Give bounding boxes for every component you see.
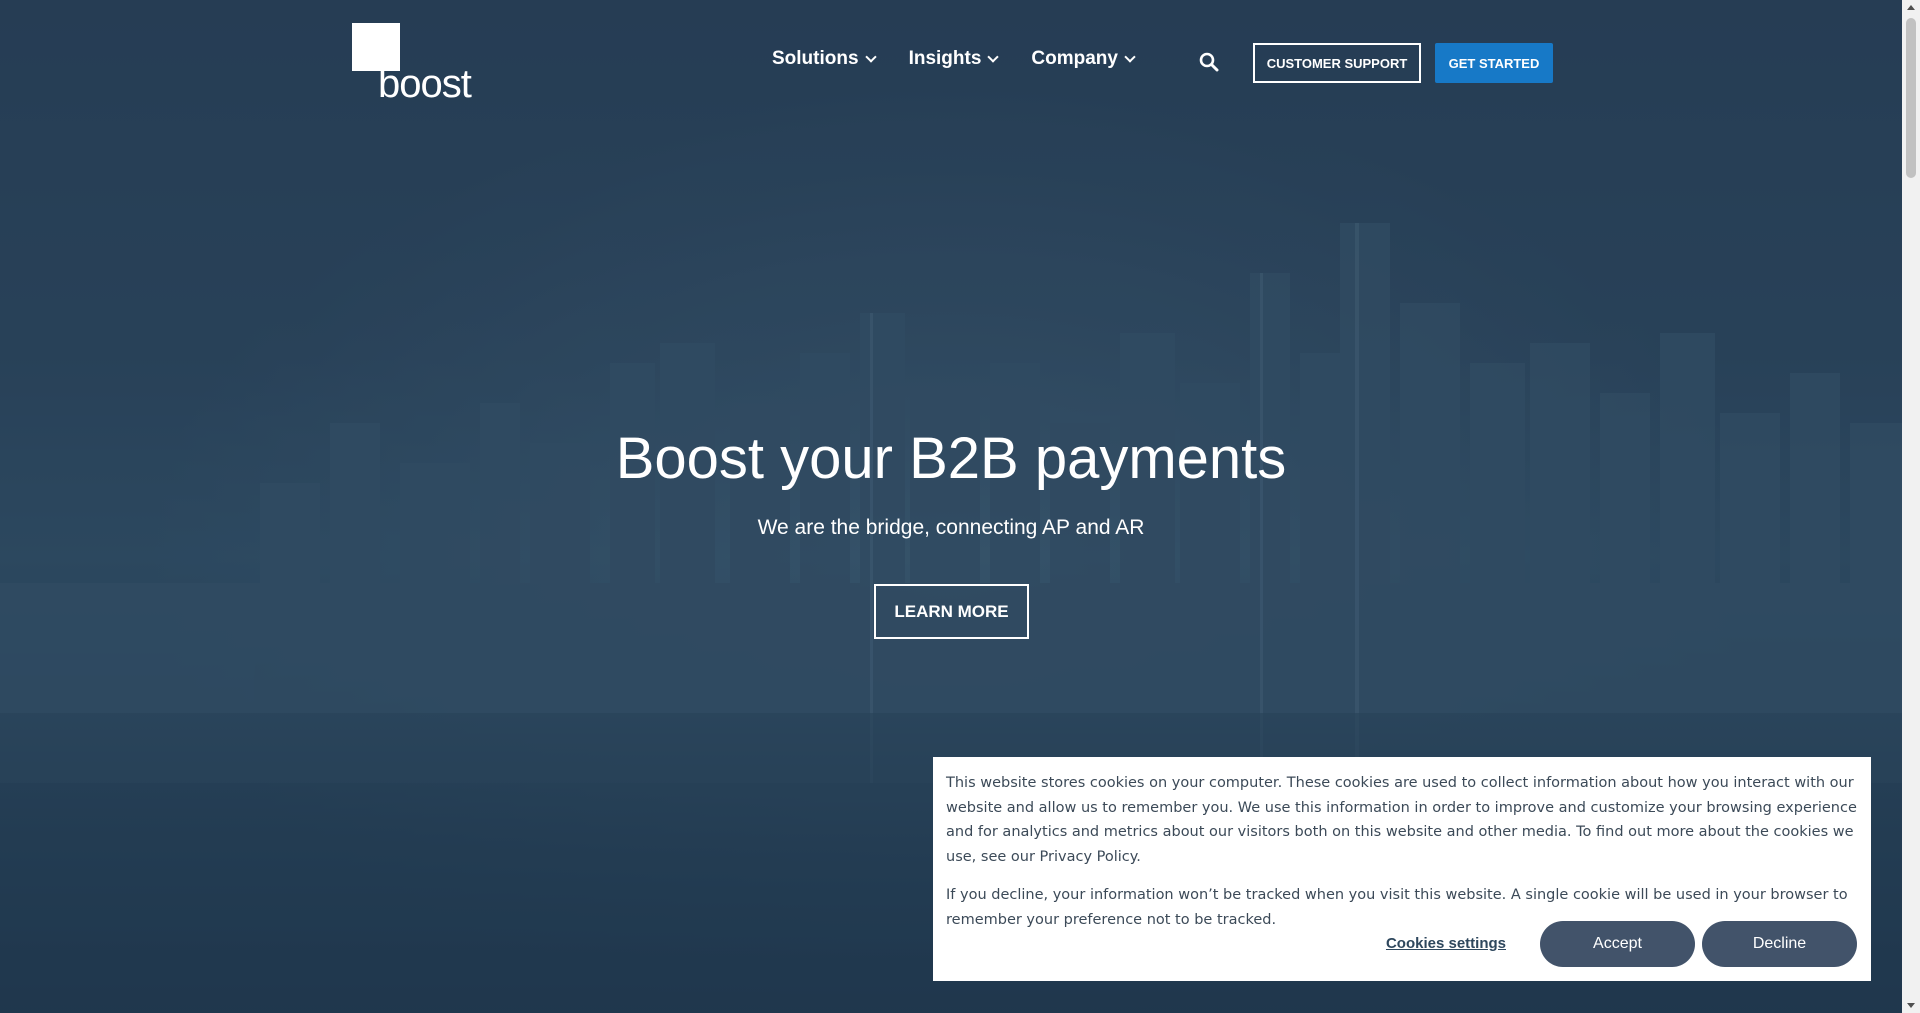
page-scrollbar[interactable] (1902, 0, 1920, 1013)
boost-logo[interactable]: boost (352, 23, 492, 105)
scrollbar-thumb[interactable] (1906, 18, 1916, 178)
scroll-up-arrow-icon[interactable] (1907, 5, 1915, 10)
nav-label-insights: Insights (908, 48, 982, 69)
get-started-button[interactable]: GET STARTED (1435, 43, 1553, 83)
customer-support-button[interactable]: CUSTOMER SUPPORT (1253, 43, 1421, 83)
chevron-down-icon (1124, 51, 1136, 63)
cookie-text-1: This website stores cookies on your comp… (946, 775, 1857, 865)
scroll-down-arrow-icon[interactable] (1907, 1003, 1915, 1008)
nav-item-solutions[interactable]: Solutions (772, 48, 877, 70)
chevron-down-icon (864, 51, 877, 63)
learn-more-button[interactable]: LEARN MORE (874, 584, 1029, 639)
nav-label-company: Company (1031, 48, 1118, 69)
nav-label-solutions: Solutions (772, 48, 859, 69)
cookie-actions: Cookies settings Accept Decline (1386, 921, 1857, 967)
nav-item-insights[interactable]: Insights (908, 48, 1000, 70)
search-icon[interactable] (1199, 52, 1219, 72)
chevron-down-icon (987, 51, 1000, 63)
accept-button[interactable]: Accept (1540, 921, 1695, 967)
main-nav: Solutions Insights Company (772, 48, 1136, 70)
nav-item-company[interactable]: Company (1031, 48, 1136, 70)
hero-subtitle: We are the bridge, connecting AP and AR (757, 516, 1145, 539)
decline-button[interactable]: Decline (1702, 921, 1857, 967)
logo-text: boost (378, 62, 472, 106)
cookie-banner: This website stores cookies on your comp… (933, 757, 1871, 981)
cookies-settings-link[interactable]: Cookies settings (1386, 932, 1506, 957)
hero-title: Boost your B2B payments (615, 426, 1287, 491)
